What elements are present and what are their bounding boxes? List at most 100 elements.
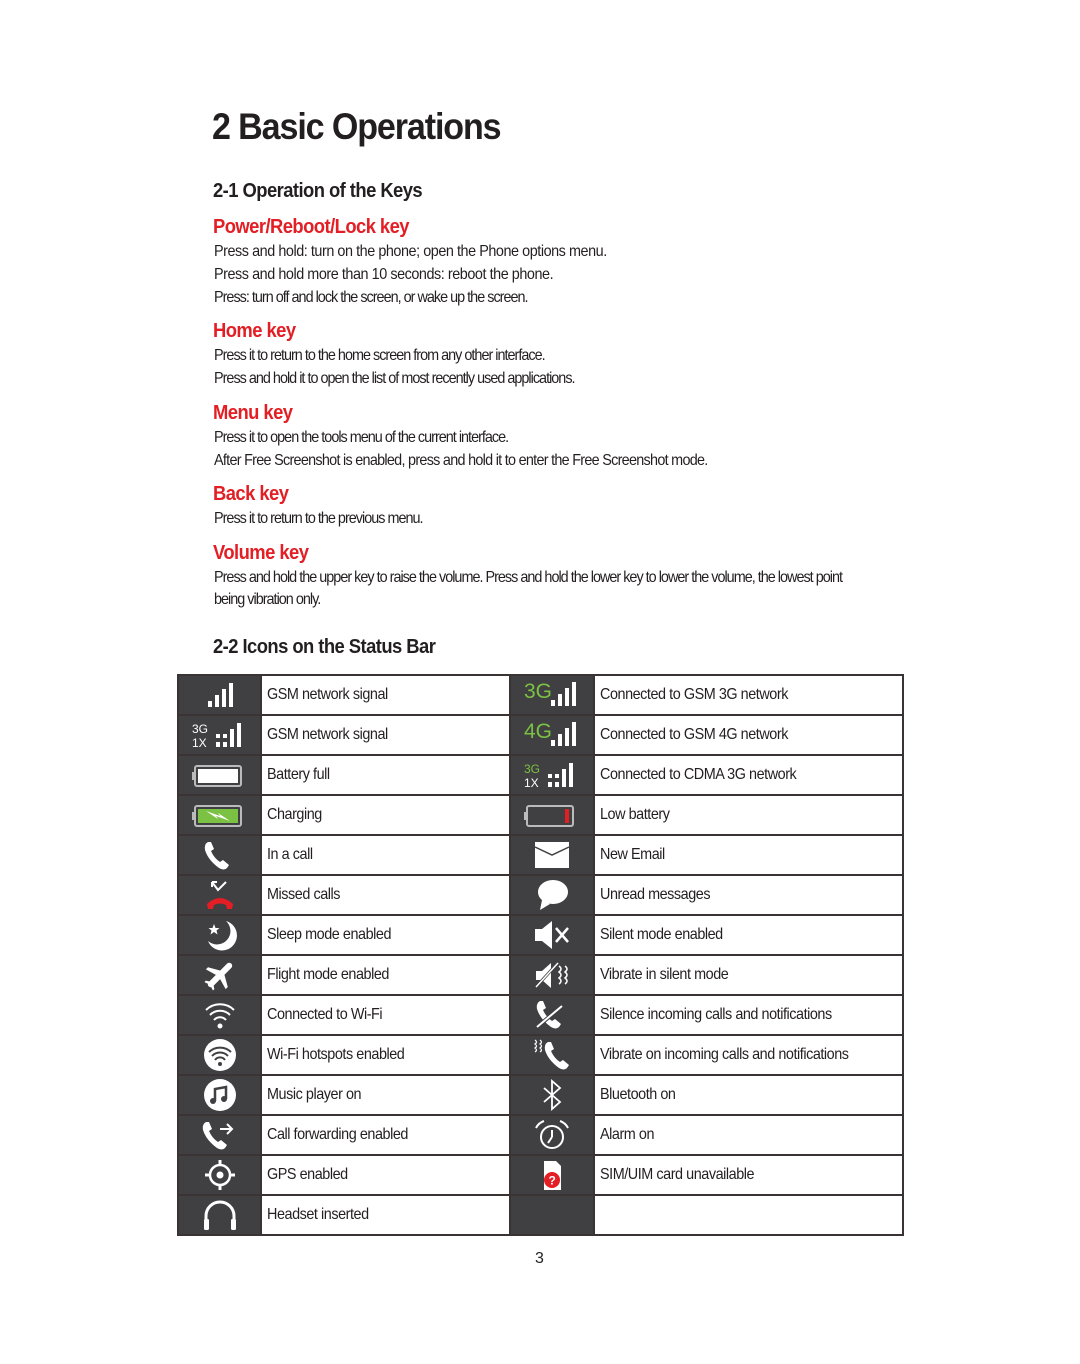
icon-cell bbox=[176, 914, 263, 956]
signal-bars-icon bbox=[179, 679, 260, 711]
icon-table-row: GSM network signal 3G Connected to GSM 3G … bbox=[176, 674, 904, 716]
cdma-3g-1x-signal-icon: 3G 1X bbox=[511, 759, 593, 791]
icon-description-cell: Bluetooth on bbox=[593, 1074, 904, 1116]
icon-cell bbox=[176, 994, 263, 1036]
icon-description-cell: Connected to Wi-Fi bbox=[260, 994, 511, 1036]
icon-table-row: Battery full 3G 1X Connected to CDMA 3G net… bbox=[176, 754, 904, 796]
icon-cell bbox=[176, 834, 263, 876]
icon-description-cell: New Email bbox=[593, 834, 904, 876]
icon-cell bbox=[508, 1034, 596, 1076]
svg-text:3G: 3G bbox=[192, 722, 208, 736]
icon-table-row: Missed calls Unread messages bbox=[176, 874, 904, 916]
phone-vibrate-icon bbox=[511, 1038, 593, 1072]
phone-silenced-icon bbox=[511, 998, 593, 1032]
vibrate-silent-icon bbox=[511, 958, 593, 992]
speaker-muted-icon bbox=[511, 918, 593, 952]
icon-description: Connected to Wi-Fi bbox=[267, 1006, 383, 1023]
svg-text:3G: 3G bbox=[524, 762, 540, 776]
icon-cell: ? bbox=[508, 1154, 596, 1196]
icon-description-cell: GSM network signal bbox=[260, 674, 511, 716]
icon-description-cell: Vibrate in silent mode bbox=[593, 954, 904, 996]
icon-description-cell: Call forwarding enabled bbox=[260, 1114, 511, 1156]
icon-table-row: Connected to Wi-Fi Silence incoming calls… bbox=[176, 994, 904, 1036]
icon-cell bbox=[508, 874, 596, 916]
icon-cell: 3G 1X bbox=[508, 754, 596, 796]
icon-description-cell: SIM/UIM card unavailable bbox=[593, 1154, 904, 1196]
headset-icon bbox=[179, 1198, 260, 1232]
missed-call-icon bbox=[179, 878, 260, 912]
icon-description-cell: Charging bbox=[260, 794, 511, 836]
icon-description-cell: Missed calls bbox=[260, 874, 511, 916]
icon-description: GSM network signal bbox=[267, 686, 389, 703]
icon-cell: 4G bbox=[508, 714, 596, 756]
section-heading-keys: 2-1 Operation of the Keys bbox=[213, 180, 423, 202]
icon-description-cell: Connected to CDMA 3G network bbox=[593, 754, 904, 796]
icon-description: Battery full bbox=[267, 766, 331, 783]
key-heading-home: Home key bbox=[213, 320, 296, 342]
icon-description-cell: Silent mode enabled bbox=[593, 914, 904, 956]
page-title: 2 Basic Operations bbox=[212, 106, 502, 147]
icon-description-cell: Battery full bbox=[260, 754, 511, 796]
icon-description: SIM/UIM card unavailable bbox=[600, 1166, 755, 1183]
alarm-clock-icon bbox=[511, 1118, 593, 1152]
icon-description: Vibrate in silent mode bbox=[600, 966, 729, 983]
icon-description-cell: GSM network signal bbox=[260, 714, 511, 756]
icon-cell bbox=[508, 834, 596, 876]
status-icons-table: GSM network signal 3G Connected to GSM 3G … bbox=[176, 674, 904, 1236]
icon-table-row: Music player on Bluetooth on bbox=[176, 1074, 904, 1116]
key-desc-line: Press and hold it to open the list of mo… bbox=[214, 370, 576, 387]
icon-cell: 3G 1X bbox=[176, 714, 263, 756]
icon-description: Silence incoming calls and notifications bbox=[600, 1006, 833, 1023]
key-heading-power: Power/Reboot/Lock key bbox=[213, 216, 410, 238]
battery-full-icon bbox=[179, 759, 260, 791]
icon-cell bbox=[508, 1194, 596, 1236]
phone-call-icon bbox=[179, 838, 260, 872]
icon-table-row: 3G 1X GSM network signal 4G Connected to GSM… bbox=[176, 714, 904, 756]
key-heading-menu: Menu key bbox=[213, 402, 293, 424]
icon-description-cell: Alarm on bbox=[593, 1114, 904, 1156]
icon-description: Low battery bbox=[600, 806, 670, 823]
key-desc-line: Press and hold: turn on the phone; open … bbox=[214, 243, 607, 260]
icon-cell bbox=[508, 1114, 596, 1156]
svg-text:1X: 1X bbox=[192, 736, 207, 750]
key-desc-line: Press: turn off and lock the screen, or … bbox=[214, 289, 529, 306]
key-desc-line: Press it to open the tools menu of the c… bbox=[214, 429, 509, 446]
icon-description-cell: Sleep mode enabled bbox=[260, 914, 511, 956]
sim-unavailable-icon: ? bbox=[511, 1158, 593, 1192]
icon-cell bbox=[176, 1194, 263, 1236]
icon-cell bbox=[176, 1034, 263, 1076]
icon-description: Missed calls bbox=[267, 886, 341, 903]
gps-crosshair-icon bbox=[179, 1158, 260, 1192]
icon-description: Music player on bbox=[267, 1086, 362, 1103]
wifi-icon bbox=[179, 998, 260, 1032]
svg-text:3G: 3G bbox=[524, 680, 552, 703]
icon-table-row: Sleep mode enabled Silent mode enabled bbox=[176, 914, 904, 956]
key-desc-paragraph: Press and hold the upper key to raise th… bbox=[214, 569, 843, 608]
icon-table-row: GPS enabled? SIM/UIM card unavailable bbox=[176, 1154, 904, 1196]
icon-cell: 3G bbox=[508, 674, 596, 716]
icon-description: Connected to CDMA 3G network bbox=[600, 766, 797, 783]
moon-star-icon bbox=[179, 918, 260, 952]
svg-text:4G: 4G bbox=[524, 720, 552, 743]
icon-description-cell: Connected to GSM 3G network bbox=[593, 674, 904, 716]
icon-description: Headset inserted bbox=[267, 1206, 370, 1223]
icon-cell bbox=[176, 674, 263, 716]
3g-1x-signal-icon: 3G 1X bbox=[179, 719, 260, 751]
icon-table-row: Charging Low battery bbox=[176, 794, 904, 836]
icon-description: Bluetooth on bbox=[600, 1086, 676, 1103]
icon-description-cell bbox=[593, 1194, 904, 1236]
wifi-hotspot-icon bbox=[179, 1038, 260, 1072]
icon-description-cell: In a call bbox=[260, 834, 511, 876]
icon-description: Call forwarding enabled bbox=[267, 1126, 409, 1143]
icon-table-row: Wi-Fi hotspots enabled Vibrate on incomin… bbox=[176, 1034, 904, 1076]
icon-description: New Email bbox=[600, 846, 666, 863]
key-heading-volume: Volume key bbox=[213, 542, 309, 564]
icon-description-cell: Vibrate on incoming calls and notificati… bbox=[593, 1034, 904, 1076]
battery-charging-icon bbox=[179, 799, 260, 831]
svg-text:1X: 1X bbox=[524, 776, 539, 790]
icon-description: Sleep mode enabled bbox=[267, 926, 392, 943]
icon-table-row: Headset inserted bbox=[176, 1194, 904, 1236]
icon-description: Charging bbox=[267, 806, 323, 823]
icon-cell bbox=[176, 1154, 263, 1196]
icon-description-cell: Flight mode enabled bbox=[260, 954, 511, 996]
